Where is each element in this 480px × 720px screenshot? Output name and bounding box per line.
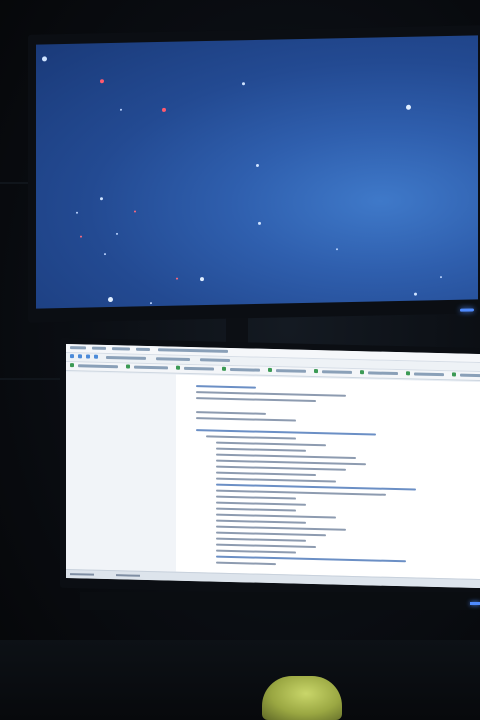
tab: [230, 367, 260, 372]
tab-icon: [222, 366, 226, 371]
code-line: [216, 477, 336, 483]
star: [440, 276, 442, 279]
star: [100, 197, 103, 201]
toolbar-item: [200, 358, 230, 362]
code-line: [216, 513, 336, 519]
tab: [368, 371, 398, 376]
tab: [134, 365, 168, 370]
menu-item: [92, 346, 106, 350]
star: [100, 79, 104, 84]
star: [116, 232, 118, 235]
code-line: [196, 385, 256, 389]
star: [134, 210, 136, 213]
star: [414, 292, 417, 296]
code-line: [216, 525, 346, 531]
status-item: [116, 574, 140, 577]
star: [150, 302, 152, 305]
code-line: [206, 435, 296, 440]
star: [200, 277, 204, 282]
toolbar-icon: [70, 354, 74, 359]
code-line: [216, 453, 356, 460]
star: [80, 235, 82, 238]
star: [256, 163, 259, 167]
menu-item: [70, 346, 86, 350]
code-line: [216, 555, 406, 563]
tab: [460, 373, 480, 378]
code-line: [216, 519, 306, 524]
status-item: [70, 573, 94, 576]
tab-icon: [360, 370, 364, 375]
star: [162, 107, 166, 112]
power-led: [460, 308, 474, 312]
tab: [322, 370, 352, 374]
code-line: [216, 561, 276, 566]
code-line: [216, 471, 316, 477]
tab-icon: [314, 369, 318, 374]
code-line: [216, 447, 306, 452]
editor-gutter: [66, 371, 176, 573]
tab-icon: [126, 364, 130, 369]
code-line: [216, 465, 346, 471]
yellow-object: [262, 676, 342, 720]
code-line: [216, 489, 386, 496]
star: [176, 277, 178, 280]
code-line: [196, 417, 296, 422]
star: [258, 221, 261, 225]
code-line: [216, 501, 306, 506]
code-area: [176, 374, 480, 589]
toolbar-icon: [94, 354, 98, 359]
star: [120, 108, 122, 111]
toolbar-item: [156, 357, 190, 361]
code-line: [216, 507, 296, 512]
tab: [414, 372, 444, 377]
code-line: [216, 543, 316, 549]
code-line: [196, 429, 376, 436]
tab-icon: [452, 372, 456, 377]
code-line: [216, 495, 296, 500]
star: [336, 248, 338, 251]
menu-item: [158, 348, 228, 353]
tab: [184, 366, 214, 371]
star: [104, 253, 106, 256]
toolbar-icon: [78, 354, 82, 359]
code-line: [216, 531, 326, 537]
code-line: [196, 581, 212, 584]
toolbar-icon: [86, 354, 90, 359]
code-line: [196, 397, 316, 403]
tab-icon: [268, 367, 272, 372]
star: [242, 82, 245, 86]
code-line: [216, 537, 306, 542]
star: [406, 104, 411, 110]
star: [76, 211, 78, 214]
menu-item: [112, 347, 130, 351]
tab: [276, 369, 306, 373]
top-monitor: [28, 25, 480, 323]
tab-icon: [70, 363, 74, 368]
code-line: [196, 391, 346, 397]
desk: [0, 640, 480, 720]
power-led: [470, 602, 480, 605]
code-line: [216, 549, 296, 554]
tab: [78, 364, 118, 369]
tab-icon: [406, 371, 410, 376]
star: [42, 56, 47, 62]
code-line: [196, 411, 266, 415]
toolbar-item: [106, 355, 146, 360]
bottom-monitor: [60, 337, 480, 599]
star: [108, 296, 113, 303]
tab-icon: [176, 365, 180, 370]
code-line: [216, 441, 326, 447]
code-editor-screen: [66, 343, 480, 589]
menu-item: [136, 347, 150, 352]
code-line: [216, 459, 366, 466]
starfield-screen: [36, 35, 478, 309]
monitor-base-shadow: [80, 592, 480, 610]
